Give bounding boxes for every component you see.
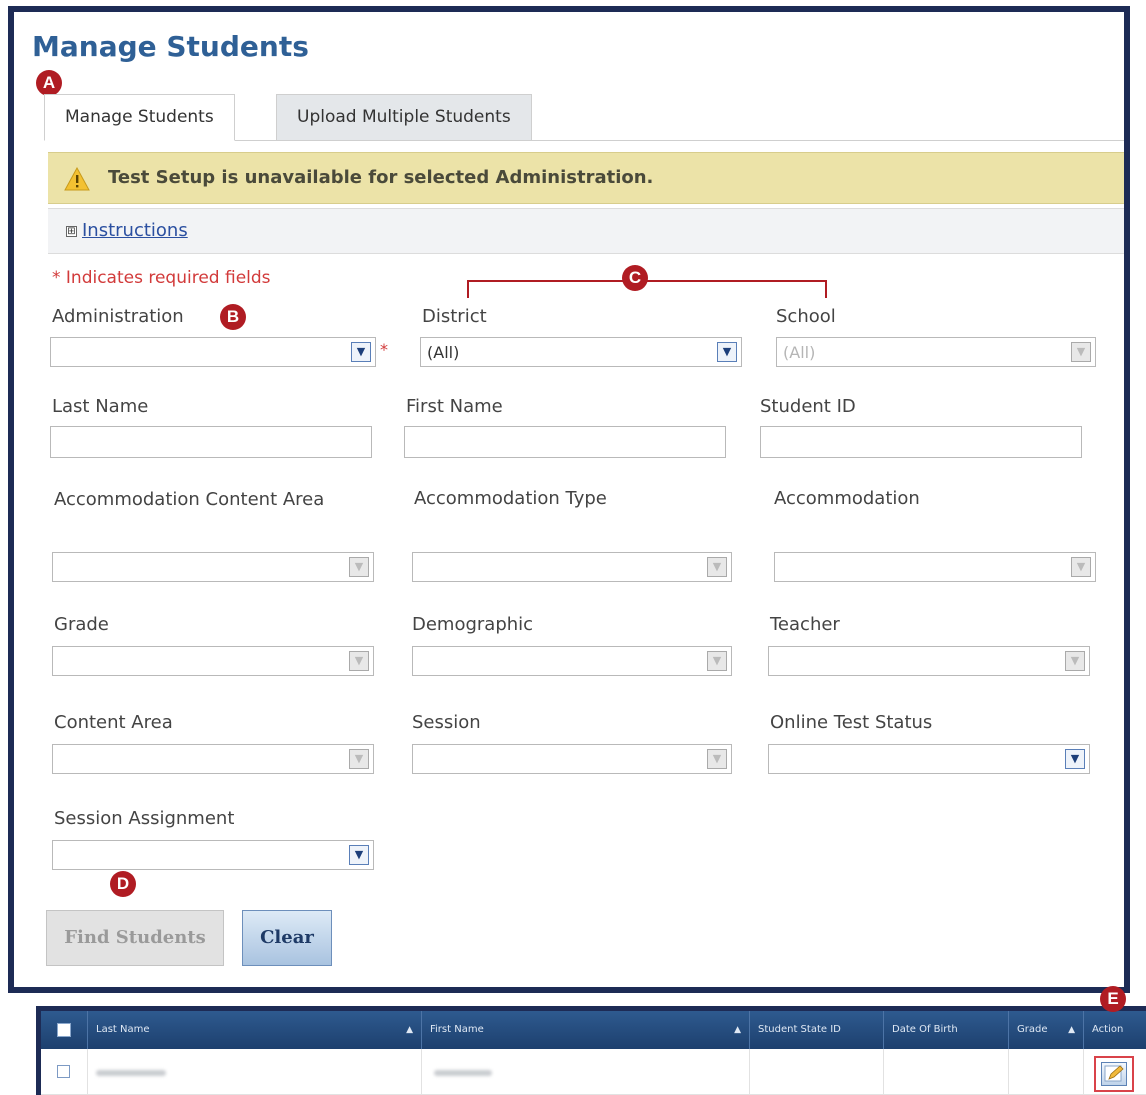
- first-name-label: First Name: [406, 396, 503, 417]
- column-header-action: Action: [1083, 1011, 1146, 1049]
- column-header-grade[interactable]: Grade ▲: [1008, 1011, 1083, 1049]
- first-name-input[interactable]: [404, 426, 726, 458]
- callout-marker-c: C: [622, 265, 648, 291]
- manage-students-panel: Manage Students A Manage Students Upload…: [8, 6, 1130, 993]
- chevron-down-icon[interactable]: ▼: [349, 845, 369, 865]
- school-value: (All): [783, 343, 816, 362]
- chevron-down-icon[interactable]: ▼: [349, 651, 369, 671]
- cell-student-state-id: [749, 1049, 883, 1095]
- administration-select[interactable]: ▼: [50, 337, 376, 367]
- last-name-label: Last Name: [52, 396, 149, 417]
- district-label: District: [422, 306, 487, 327]
- session-label: Session: [412, 712, 481, 733]
- edit-student-button[interactable]: [1094, 1056, 1134, 1092]
- chevron-down-icon[interactable]: ▼: [1071, 342, 1091, 362]
- chevron-down-icon[interactable]: ▼: [707, 749, 727, 769]
- administration-label: Administration: [52, 306, 184, 327]
- accommodation-select[interactable]: ▼: [774, 552, 1096, 582]
- chevron-down-icon[interactable]: ▼: [351, 342, 371, 362]
- row-checkbox[interactable]: [57, 1065, 70, 1078]
- accommodation-label: Accommodation: [774, 488, 920, 509]
- callout-marker-b: B: [220, 304, 246, 330]
- accommodation-type-select[interactable]: ▼: [412, 552, 732, 582]
- warning-icon: [64, 167, 90, 191]
- column-header-date-of-birth[interactable]: Date Of Birth: [883, 1011, 1008, 1049]
- district-select[interactable]: (All) ▼: [420, 337, 742, 367]
- content-area-label: Content Area: [54, 712, 173, 733]
- callout-marker-e: E: [1100, 986, 1126, 1012]
- school-label: School: [776, 306, 836, 327]
- accommodation-type-label: Accommodation Type: [414, 488, 607, 509]
- cell-grade: [1008, 1049, 1083, 1095]
- column-header-student-state-id[interactable]: Student State ID: [749, 1011, 883, 1049]
- sort-asc-icon[interactable]: ▲: [1068, 1011, 1075, 1049]
- instructions-bar: ⊞ Instructions: [48, 208, 1124, 254]
- column-label: First Name: [430, 1024, 484, 1035]
- session-assignment-select[interactable]: ▼: [52, 840, 374, 870]
- accommodation-content-area-select[interactable]: ▼: [52, 552, 374, 582]
- chevron-down-icon[interactable]: ▼: [707, 557, 727, 577]
- teacher-label: Teacher: [770, 614, 840, 635]
- required-fields-note: * Indicates required fields: [52, 268, 271, 288]
- teacher-select[interactable]: ▼: [768, 646, 1090, 676]
- grid-header: Last Name ▲ First Name ▲ Student State I…: [41, 1011, 1146, 1049]
- tab-manage-students[interactable]: Manage Students: [44, 94, 235, 141]
- school-select[interactable]: (All) ▼: [776, 337, 1096, 367]
- chevron-down-icon[interactable]: ▼: [707, 651, 727, 671]
- district-value: (All): [427, 343, 460, 362]
- callout-marker-a: A: [36, 70, 62, 96]
- results-grid: Last Name ▲ First Name ▲ Student State I…: [36, 1006, 1146, 1095]
- chevron-down-icon[interactable]: ▼: [349, 749, 369, 769]
- accommodation-content-area-label: Accommodation Content Area: [54, 489, 325, 510]
- callout-marker-d: D: [110, 871, 136, 897]
- table-row[interactable]: [41, 1049, 1146, 1095]
- find-students-button[interactable]: Find Students: [46, 910, 224, 966]
- select-all-checkbox[interactable]: [57, 1023, 71, 1037]
- column-header-last-name[interactable]: Last Name ▲: [87, 1011, 421, 1049]
- edit-icon: [1101, 1062, 1127, 1086]
- redacted-text: [434, 1070, 492, 1076]
- online-test-status-select[interactable]: ▼: [768, 744, 1090, 774]
- session-assignment-label: Session Assignment: [54, 808, 235, 829]
- last-name-input[interactable]: [50, 426, 372, 458]
- demographic-label: Demographic: [412, 614, 534, 635]
- student-id-input[interactable]: [760, 426, 1082, 458]
- instructions-link[interactable]: Instructions: [82, 220, 188, 241]
- cell-date-of-birth: [883, 1049, 1008, 1095]
- warning-banner: Test Setup is unavailable for selected A…: [48, 152, 1124, 204]
- student-id-label: Student ID: [760, 396, 856, 417]
- expand-icon[interactable]: ⊞: [66, 226, 77, 237]
- tab-upload-multiple-students[interactable]: Upload Multiple Students: [276, 94, 532, 140]
- warning-text: Test Setup is unavailable for selected A…: [108, 167, 654, 188]
- column-header-first-name[interactable]: First Name ▲: [421, 1011, 749, 1049]
- online-test-status-label: Online Test Status: [770, 712, 933, 733]
- page-title: Manage Students: [32, 30, 309, 63]
- chevron-down-icon[interactable]: ▼: [349, 557, 369, 577]
- sort-asc-icon[interactable]: ▲: [406, 1011, 413, 1049]
- chevron-down-icon[interactable]: ▼: [1071, 557, 1091, 577]
- grade-label: Grade: [54, 614, 109, 635]
- chevron-down-icon[interactable]: ▼: [717, 342, 737, 362]
- required-mark: *: [380, 340, 388, 359]
- column-label: Grade: [1017, 1024, 1048, 1035]
- cell-last-name: [87, 1049, 421, 1095]
- demographic-select[interactable]: ▼: [412, 646, 732, 676]
- pencil-icon: [1104, 1065, 1124, 1082]
- chevron-down-icon[interactable]: ▼: [1065, 749, 1085, 769]
- content-area-select[interactable]: ▼: [52, 744, 374, 774]
- clear-button[interactable]: Clear: [242, 910, 332, 966]
- chevron-down-icon[interactable]: ▼: [1065, 651, 1085, 671]
- sort-asc-icon[interactable]: ▲: [734, 1011, 741, 1049]
- session-select[interactable]: ▼: [412, 744, 732, 774]
- redacted-text: [96, 1070, 166, 1076]
- cell-first-name: [421, 1049, 749, 1095]
- column-label: Last Name: [96, 1024, 150, 1035]
- grade-select[interactable]: ▼: [52, 646, 374, 676]
